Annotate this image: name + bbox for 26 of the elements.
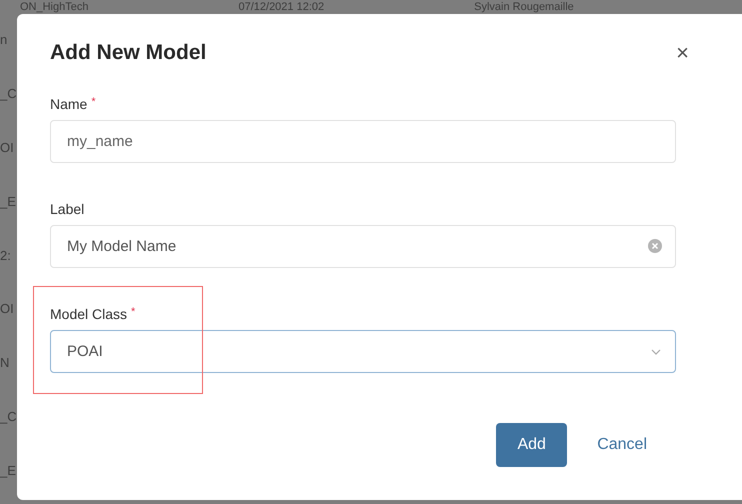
table-cell-text: OI [0, 140, 15, 155]
input-field[interactable]: my_name [50, 120, 676, 163]
input-field[interactable]: My Model Name [50, 225, 676, 268]
required-mark: * [131, 306, 136, 320]
close-button[interactable]: × [676, 40, 709, 66]
table-cell: _C [0, 409, 17, 424]
clear-icon[interactable] [648, 239, 662, 253]
cancel-link[interactable]: Cancel [591, 435, 653, 455]
table-cell: Sylvain Rougemaille [474, 1, 574, 13]
add-button[interactable]: Add [496, 423, 568, 467]
table-cell-text: n [0, 32, 8, 47]
table-cell-text: OI [0, 301, 15, 316]
table-cell: _E [0, 463, 17, 478]
field-label: Label [50, 201, 84, 217]
table-cell: ON_HighTech [20, 1, 88, 13]
table-cell-text: 2: [0, 248, 12, 262]
select-field[interactable]: POAI [50, 330, 676, 373]
dialog-title: Add New Model [50, 41, 206, 65]
field-label: Name [50, 96, 88, 112]
table-cell: _C [0, 86, 17, 101]
chevron-down-icon [651, 348, 661, 354]
table-cell: _E [0, 194, 17, 209]
table-cell-text: N [0, 355, 10, 370]
required-mark: * [91, 96, 96, 110]
field-label: Model Class [50, 306, 128, 322]
table-cell: 07/12/2021 12:02 [238, 1, 324, 13]
